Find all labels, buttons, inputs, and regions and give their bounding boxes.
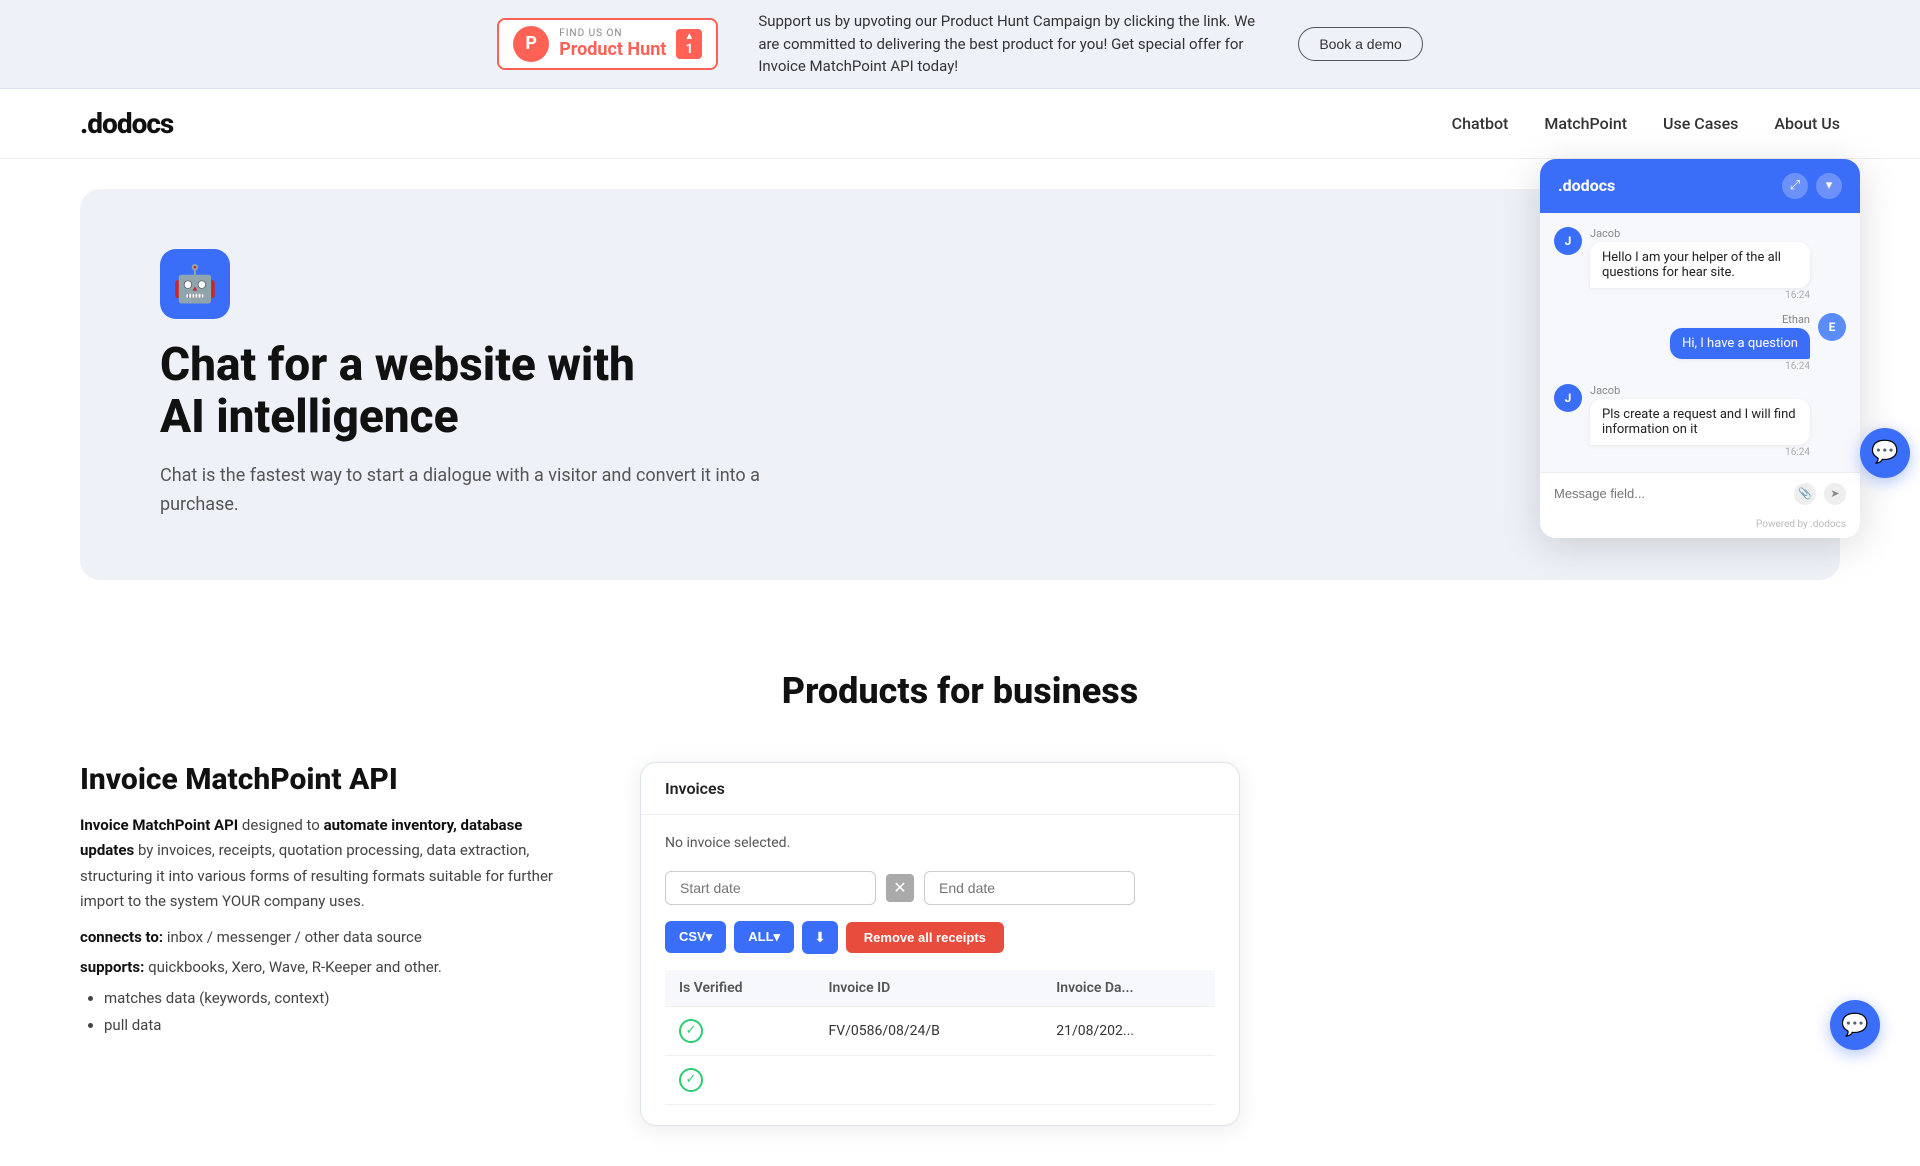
bottom-chat-fab[interactable]: 💬 — [1830, 1000, 1880, 1050]
connects-row: connects to: inbox / messenger / other d… — [80, 925, 580, 949]
chat-body: J Jacob Hello I am your helper of the al… — [1540, 213, 1860, 472]
date-row: ✕ — [665, 871, 1215, 905]
chat-bubble-1: Hello I am your helper of the all questi… — [1590, 242, 1810, 288]
chat-bubble-container-1: Jacob Hello I am your helper of the all … — [1590, 227, 1810, 301]
book-demo-button[interactable]: Book a demo — [1298, 27, 1423, 61]
col-header-invoice-id: Invoice ID — [814, 970, 1042, 1007]
no-invoice-msg: No invoice selected. — [665, 835, 1215, 851]
ethan-avatar: E — [1818, 313, 1846, 341]
toolbar-row: CSV▾ ALL▾ ⬇ Remove all receipts — [665, 921, 1215, 954]
invoice-ui-header: Invoices — [641, 763, 1239, 815]
chat-input[interactable] — [1554, 486, 1786, 501]
chevron-down-icon[interactable]: ▾ — [1816, 173, 1842, 199]
chat-header-title: .dodocs — [1558, 176, 1615, 195]
date-clear-button[interactable]: ✕ — [886, 874, 914, 902]
connects-label: connects to: — [80, 928, 163, 946]
nav-chatbot[interactable]: Chatbot — [1452, 114, 1509, 133]
expand-icon[interactable]: ⤢ — [1782, 173, 1808, 199]
chat-message-1: J Jacob Hello I am your helper of the al… — [1554, 227, 1846, 301]
invoice-desc-text-1: designed to — [242, 816, 324, 834]
connects-value: inbox / messenger / other data source — [167, 928, 422, 946]
sender-name-3: Jacob — [1590, 384, 1810, 397]
chat-bubble-container-2: Ethan Hi, I have a question 16:24 — [1670, 313, 1810, 372]
invoice-id-cell-1: FV/0586/08/24/B — [814, 1006, 1042, 1055]
ph-product-hunt-label: Product Hunt — [559, 39, 666, 60]
chat-input-area: 📎 ➤ — [1540, 472, 1860, 515]
download-button[interactable]: ⬇ — [802, 921, 838, 954]
sender-name-1: Jacob — [1590, 227, 1810, 240]
start-date-input[interactable] — [665, 871, 876, 905]
send-icon[interactable]: ➤ — [1824, 483, 1846, 505]
sender-name-2: Ethan — [1782, 313, 1810, 326]
hero-icon-title: 🤖 — [160, 249, 760, 319]
chat-bubble-3: Pls create a request and I will find inf… — [1590, 399, 1810, 445]
nav-about-us[interactable]: About Us — [1774, 114, 1840, 133]
bullet-item-1: matches data (keywords, context) — [104, 985, 580, 1012]
nav-matchpoint[interactable]: MatchPoint — [1544, 114, 1627, 133]
robot-icon: 🤖 — [160, 249, 230, 319]
chat-message-3: J Jacob Pls create a request and I will … — [1554, 384, 1846, 458]
ph-find-text: FIND US ON — [559, 28, 666, 39]
attachment-icon[interactable]: 📎 — [1794, 483, 1816, 505]
chat-bubble-container-3: Jacob Pls create a request and I will fi… — [1590, 384, 1810, 458]
nav-use-cases[interactable]: Use Cases — [1663, 114, 1738, 133]
hero-left: 🤖 Chat for a website with AI intelligenc… — [160, 249, 760, 520]
bullet-item-2: pull data — [104, 1012, 580, 1039]
banner-text: Support us by upvoting our Product Hunt … — [758, 10, 1258, 78]
remove-receipts-button[interactable]: Remove all receipts — [846, 922, 1004, 953]
col-header-verified: Is Verified — [665, 970, 814, 1007]
ph-text-block: FIND US ON Product Hunt — [559, 28, 666, 60]
ph-logo-icon: P — [513, 26, 549, 62]
products-section: Products for business Invoice MatchPoint… — [0, 610, 1920, 1166]
top-banner: P FIND US ON Product Hunt ▲ 1 Support us… — [0, 0, 1920, 89]
chat-header: .dodocs ⤢ ▾ — [1540, 159, 1860, 213]
verified-icon-1: ✓ — [679, 1019, 703, 1043]
all-button[interactable]: ALL▾ — [734, 921, 794, 953]
chat-time-2: 16:24 — [1785, 361, 1810, 372]
invoice-desc: Invoice MatchPoint API designed to autom… — [80, 813, 580, 915]
products-section-title: Products for business — [80, 670, 1840, 712]
chat-window: .dodocs ⤢ ▾ J Jacob Hello I am your help… — [1540, 159, 1860, 538]
hero-section: 🤖 Chat for a website with AI intelligenc… — [80, 189, 1840, 580]
nav-links: Chatbot MatchPoint Use Cases About Us — [1452, 114, 1840, 133]
ph-counter: ▲ 1 — [676, 29, 702, 59]
verified-cell-1: ✓ — [665, 1006, 814, 1055]
chat-bubble-2: Hi, I have a question — [1670, 328, 1810, 359]
invoice-desc-bold-1: Invoice MatchPoint API — [80, 816, 238, 834]
jacob-avatar-1: J — [1554, 227, 1582, 255]
invoice-body: No invoice selected. ✕ CSV▾ ALL▾ ⬇ Remov… — [641, 815, 1239, 1125]
jacob-avatar-2: J — [1554, 384, 1582, 412]
supports-value: quickbooks, Xero, Wave, R-Keeper and oth… — [148, 958, 442, 976]
invoice-ui: Invoices No invoice selected. ✕ CSV▾ ALL… — [640, 762, 1240, 1126]
invoice-title: Invoice MatchPoint API — [80, 762, 580, 797]
chat-fab-button[interactable]: 💬 — [1860, 428, 1910, 478]
invoice-table: Is Verified Invoice ID Invoice Da... ✓ F… — [665, 970, 1215, 1105]
navbar: .dodocs Chatbot MatchPoint Use Cases Abo… — [0, 89, 1920, 159]
col-header-invoice-date: Invoice Da... — [1042, 970, 1215, 1007]
invoice-date-cell-1: 21/08/202... — [1042, 1006, 1215, 1055]
hero-title: Chat for a website with AI intelligence — [160, 339, 760, 445]
chat-widget-container: .dodocs ⤢ ▾ J Jacob Hello I am your help… — [1540, 159, 1880, 538]
bullet-list: matches data (keywords, context) pull da… — [80, 985, 580, 1039]
chat-header-icons: ⤢ ▾ — [1782, 173, 1842, 199]
csv-button[interactable]: CSV▾ — [665, 921, 726, 953]
product-hunt-badge[interactable]: P FIND US ON Product Hunt ▲ 1 — [497, 18, 718, 70]
logo[interactable]: .dodocs — [80, 107, 173, 140]
products-content: Invoice MatchPoint API Invoice MatchPoin… — [80, 762, 1840, 1126]
chat-message-2: E Ethan Hi, I have a question 16:24 — [1554, 313, 1846, 372]
invoice-desc-text-2: by invoices, receipts, quotation process… — [80, 841, 553, 910]
table-row: ✓ FV/0586/08/24/B 21/08/202... — [665, 1006, 1215, 1055]
supports-label: supports: — [80, 958, 144, 976]
end-date-input[interactable] — [924, 871, 1135, 905]
chat-time-3: 16:24 — [1590, 447, 1810, 458]
products-left: Invoice MatchPoint API Invoice MatchPoin… — [80, 762, 580, 1039]
chat-time-1: 16:24 — [1590, 290, 1810, 301]
chat-powered-by: Powered by .dodocs — [1540, 515, 1860, 538]
hero-subtitle: Chat is the fastest way to start a dialo… — [160, 462, 760, 520]
supports-row: supports: quickbooks, Xero, Wave, R-Keep… — [80, 955, 580, 979]
